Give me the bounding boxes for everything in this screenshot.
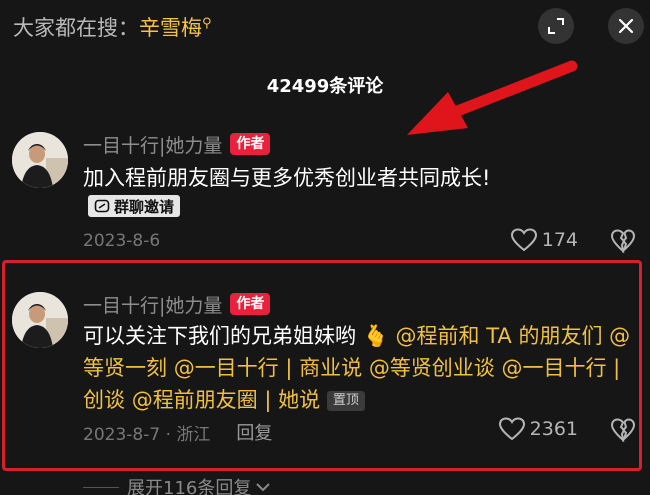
comment-count: 42499条评论 bbox=[266, 76, 384, 97]
top-bar: 大家都在搜：辛雪梅⚲ bbox=[0, 0, 650, 54]
search-term-link[interactable]: 辛雪梅 bbox=[139, 16, 202, 40]
reply-button[interactable]: 回复 bbox=[236, 419, 272, 445]
dislike-button[interactable] bbox=[610, 229, 636, 257]
comment-meta: 2023-8-7 · 浙江 回复 bbox=[83, 419, 272, 445]
pinned-badge: 置顶 bbox=[326, 391, 365, 411]
like-count: 174 bbox=[541, 229, 578, 251]
search-icon: ⚲ bbox=[202, 16, 212, 31]
mention-link[interactable]: @程前朋友圈 | 她说 bbox=[132, 388, 320, 412]
close-button[interactable] bbox=[608, 8, 644, 44]
author-badge: 作者 bbox=[230, 293, 271, 315]
comment-text: 可以关注下我们的兄弟姐妹哟 🫰 @程前和 TA 的朋友们 @等贤一刻 @一目十行… bbox=[83, 320, 643, 416]
mention-link[interactable]: @等贤创业谈 bbox=[369, 356, 495, 380]
heart-icon bbox=[498, 417, 525, 441]
comment-text: 加入程前朋友圈与更多优秀创业者共同成长! bbox=[83, 166, 491, 190]
close-icon bbox=[618, 18, 634, 34]
like-count: 2361 bbox=[529, 418, 578, 440]
author-name[interactable]: 一目十行|她力量 bbox=[83, 131, 222, 158]
comment-meta: 2023-8-6 bbox=[83, 231, 160, 251]
like-button[interactable]: 2361 bbox=[498, 417, 578, 441]
author-badge: 作者 bbox=[230, 133, 271, 155]
mention-link[interactable]: @一目十行 | 商业说 bbox=[174, 356, 362, 380]
group-invite-label: 群聊邀请 bbox=[114, 197, 175, 216]
expand-replies-button[interactable]: 展开116条回复 bbox=[83, 474, 271, 495]
mention-link[interactable]: @程前和 TA 的朋友们 bbox=[396, 324, 603, 348]
finger-heart-emoji: 🫰 bbox=[362, 324, 389, 348]
fullscreen-icon bbox=[548, 18, 564, 34]
group-invite-button[interactable]: 群聊邀请 bbox=[88, 195, 181, 217]
comment-item: 一目十行|她力量 作者 可以关注下我们的兄弟姐妹哟 🫰 @程前和 TA 的朋友们… bbox=[0, 288, 650, 448]
dislike-button[interactable] bbox=[610, 418, 636, 446]
heart-icon bbox=[510, 228, 537, 252]
avatar[interactable] bbox=[12, 132, 68, 188]
link-icon bbox=[94, 199, 110, 213]
comment-date-location: 2023-8-7 · 浙江 bbox=[83, 424, 211, 445]
divider bbox=[83, 486, 119, 488]
broken-heart-icon bbox=[610, 229, 636, 254]
like-button[interactable]: 174 bbox=[510, 228, 578, 252]
avatar[interactable] bbox=[12, 292, 68, 348]
comment-date: 2023-8-6 bbox=[83, 231, 161, 251]
chevron-down-icon bbox=[256, 483, 271, 492]
broken-heart-icon bbox=[610, 418, 636, 443]
comment-item: 一目十行|她力量 作者 加入程前朋友圈与更多优秀创业者共同成长! 群聊邀请 20… bbox=[0, 128, 650, 256]
author-name[interactable]: 一目十行|她力量 bbox=[83, 291, 222, 318]
comment-text-intro: 可以关注下我们的兄弟姐妹哟 bbox=[83, 324, 356, 348]
author-row: 一目十行|她力量 作者 bbox=[83, 130, 271, 158]
trending-search[interactable]: 大家都在搜：辛雪梅⚲ bbox=[13, 12, 212, 42]
expand-replies-label: 展开116条回复 bbox=[127, 478, 252, 495]
search-prefix-label: 大家都在搜： bbox=[13, 16, 139, 40]
fullscreen-button[interactable] bbox=[538, 8, 574, 44]
author-row: 一目十行|她力量 作者 bbox=[83, 290, 271, 318]
